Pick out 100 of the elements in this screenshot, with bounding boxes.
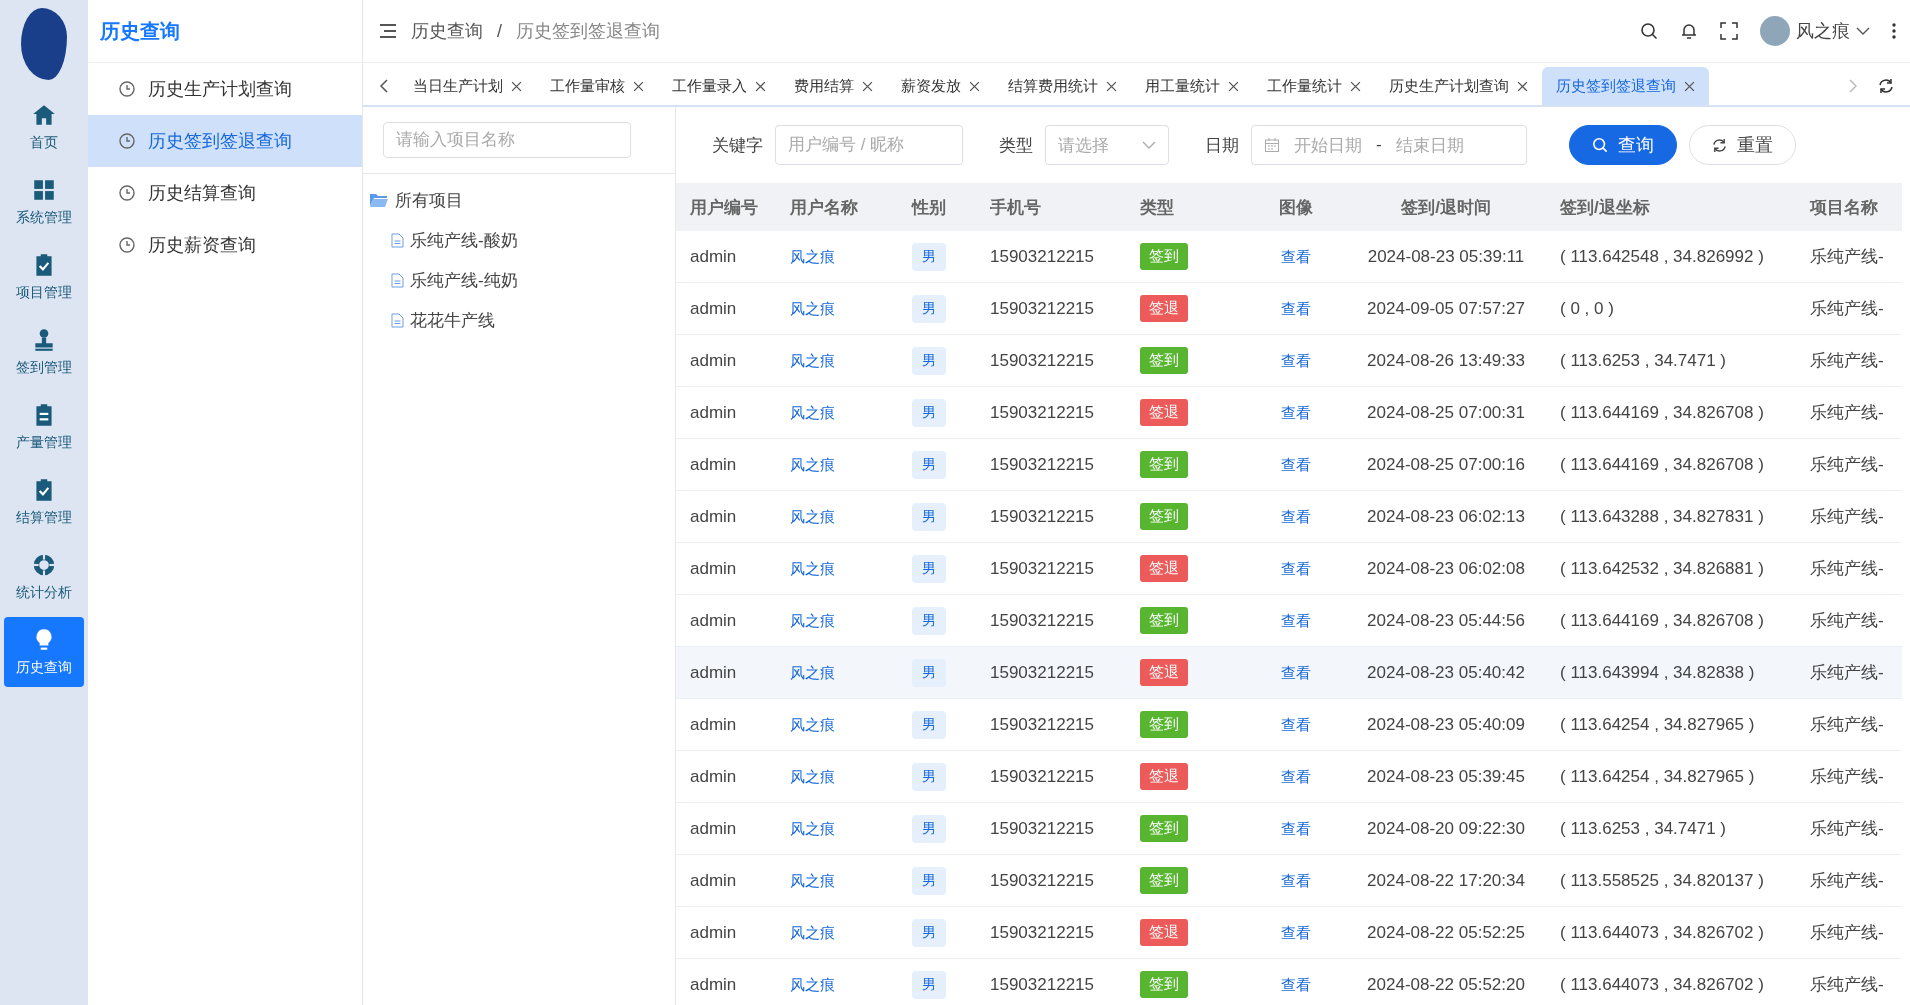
submenu-item[interactable]: 历史生产计划查询 [88,63,362,115]
search-icon[interactable] [1640,22,1658,40]
close-icon[interactable] [1517,80,1528,92]
user-name-link[interactable]: 风之痕 [790,663,835,681]
view-link[interactable]: 查看 [1281,611,1311,629]
sidebar-item[interactable]: 首页 [4,92,84,162]
table-cell: 15903212215 [976,542,1126,595]
menu-icon[interactable] [379,23,397,39]
view-link[interactable]: 查看 [1281,871,1311,889]
view-link[interactable]: 查看 [1281,767,1311,785]
view-link[interactable]: 查看 [1281,663,1311,681]
close-icon[interactable] [755,80,766,92]
tab[interactable]: 薪资发放 [887,67,994,105]
gender-tag: 男 [912,658,946,687]
tree-node[interactable]: 所有项目 [363,180,675,220]
project-search-field[interactable]: 请输入项目名称 [383,122,631,158]
table-cell: 15903212215 [976,698,1126,751]
user-name-link[interactable]: 风之痕 [790,767,835,785]
breadcrumb-item[interactable]: 历史查询 [411,19,483,43]
sidebar-item[interactable]: 系统管理 [4,167,84,237]
sidebar-item[interactable]: 结算管理 [4,467,84,537]
clock-icon [118,184,136,202]
tree-node[interactable]: 乐纯产线-酸奶 [363,220,675,260]
user-name-link[interactable]: 风之痕 [790,455,835,473]
user-name-link[interactable]: 风之痕 [790,351,835,369]
close-icon[interactable] [1106,80,1117,92]
submenu-item[interactable]: 历史结算查询 [88,167,362,219]
chevron-down-icon[interactable] [1856,26,1870,36]
user-name-link[interactable]: 风之痕 [790,247,835,265]
table-cell: 2024-08-20 09:22:30 [1346,802,1546,855]
view-link[interactable]: 查看 [1281,247,1311,265]
more-icon[interactable] [1892,23,1896,39]
user-name-link[interactable]: 风之痕 [790,507,835,525]
refresh-icon[interactable] [1878,78,1894,94]
user-name-link[interactable]: 风之痕 [790,559,835,577]
view-link[interactable]: 查看 [1281,299,1311,317]
calendar-icon [1264,137,1280,153]
user-name-link[interactable]: 风之痕 [790,819,835,837]
view-link[interactable]: 查看 [1281,455,1311,473]
keyword-field[interactable]: 用户编号 / 昵称 [775,125,963,165]
user-name-link[interactable]: 风之痕 [790,975,835,993]
tree-node[interactable]: 花花牛产线 [363,300,675,340]
view-link[interactable]: 查看 [1281,507,1311,525]
tab[interactable]: 历史生产计划查询 [1375,67,1542,105]
table-cell: 乐纯产线- [1796,438,1902,491]
view-link[interactable]: 查看 [1281,975,1311,993]
tab[interactable]: 历史签到签退查询 [1542,67,1709,105]
close-icon[interactable] [633,80,644,92]
view-link[interactable]: 查看 [1281,403,1311,421]
close-icon[interactable] [1350,80,1361,92]
close-icon[interactable] [862,80,873,92]
table-cell: 2024-08-22 05:52:25 [1346,906,1546,959]
tab[interactable]: 工作量录入 [658,67,780,105]
tab[interactable]: 工作量审核 [536,67,658,105]
user-name-link[interactable]: 风之痕 [790,611,835,629]
clock-icon [118,132,136,150]
user-name-link[interactable]: 风之痕 [790,871,835,889]
tab[interactable]: 费用结算 [780,67,887,105]
table-cell: 乐纯产线- [1796,802,1902,855]
view-link[interactable]: 查看 [1281,559,1311,577]
view-link[interactable]: 查看 [1281,819,1311,837]
close-icon[interactable] [511,80,522,92]
type-tag: 签退 [1140,555,1188,582]
tab[interactable]: 结算费用统计 [994,67,1131,105]
clock-icon [118,80,136,98]
reset-button[interactable]: 重置 [1689,125,1796,165]
chevron-left-icon[interactable] [379,79,389,93]
close-icon[interactable] [1684,80,1695,92]
tree-node[interactable]: 乐纯产线-纯奶 [363,260,675,300]
user-name[interactable]: 风之痕 [1796,19,1850,43]
breadcrumb-item[interactable]: 历史签到签退查询 [516,19,660,43]
table-cell: 2024-08-25 07:00:31 [1346,386,1546,439]
tab[interactable]: 工作量统计 [1253,67,1375,105]
date-range-field[interactable]: 开始日期 - 结束日期 [1251,125,1527,165]
fullscreen-icon[interactable] [1720,22,1738,40]
document-icon [391,312,404,328]
submenu-item[interactable]: 历史签到签退查询 [88,115,362,167]
user-name-link[interactable]: 风之痕 [790,715,835,733]
view-link[interactable]: 查看 [1281,923,1311,941]
table-cell: 2024-08-25 07:00:16 [1346,438,1546,491]
user-name-link[interactable]: 风之痕 [790,923,835,941]
user-name-link[interactable]: 风之痕 [790,299,835,317]
user-name-link[interactable]: 风之痕 [790,403,835,421]
search-button[interactable]: 查询 [1569,125,1677,165]
sidebar-item[interactable]: 历史查询 [4,617,84,687]
close-icon[interactable] [1228,80,1239,92]
table-cell: ( 113.6253 , 34.7471 ) [1546,334,1796,387]
gender-tag: 男 [912,450,946,479]
sidebar-item[interactable]: 统计分析 [4,542,84,612]
sidebar-item[interactable]: 签到管理 [4,317,84,387]
view-link[interactable]: 查看 [1281,715,1311,733]
submenu-item[interactable]: 历史薪资查询 [88,219,362,271]
sidebar-item[interactable]: 项目管理 [4,242,84,312]
tab[interactable]: 当日生产计划 [399,67,536,105]
gender-tag: 男 [912,918,946,947]
view-link[interactable]: 查看 [1281,351,1311,369]
tab[interactable]: 用工量统计 [1131,67,1253,105]
sidebar-item[interactable]: 产量管理 [4,392,84,462]
bell-icon[interactable] [1680,22,1698,40]
close-icon[interactable] [969,80,980,92]
